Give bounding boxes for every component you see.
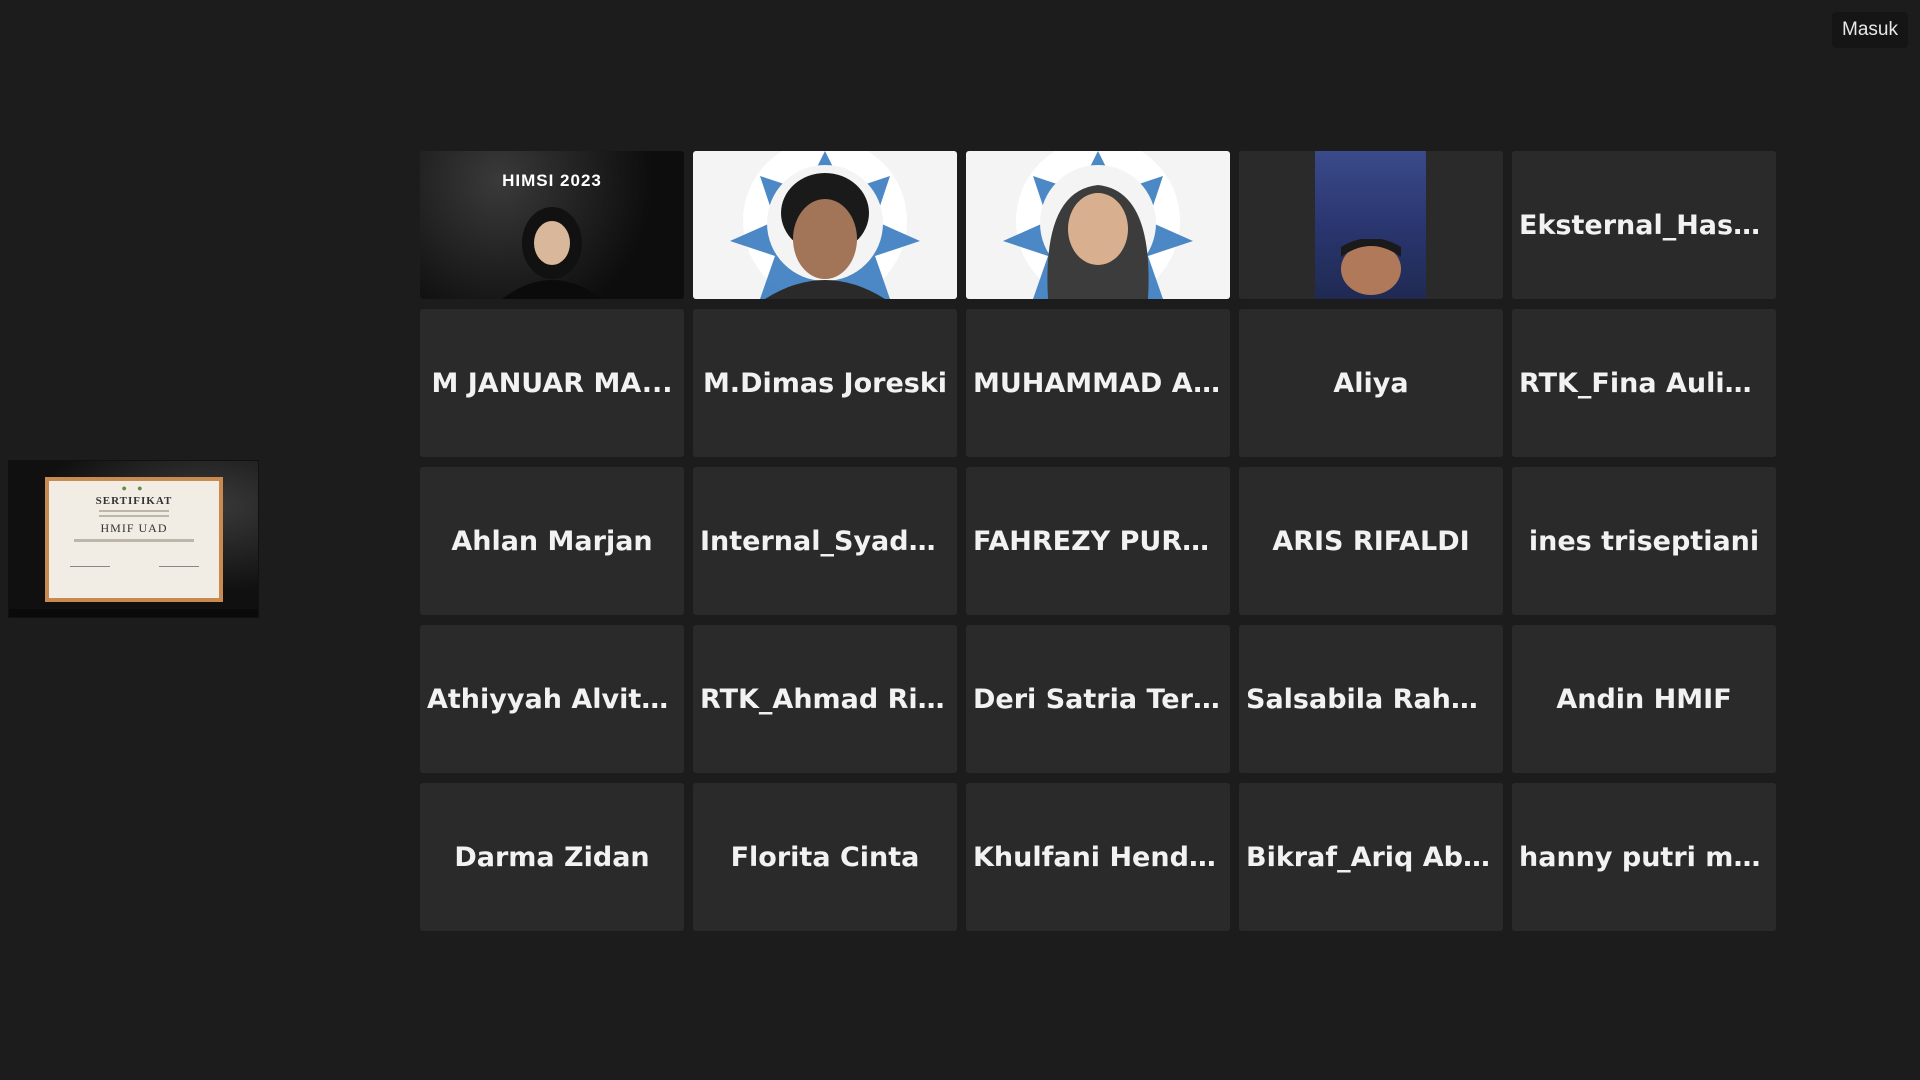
signature-line xyxy=(158,556,199,567)
participant-name: Darma Zidan xyxy=(454,841,650,873)
participant-name: Ahlan Marjan xyxy=(451,525,653,557)
participant-video-tile[interactable] xyxy=(966,151,1230,299)
video-banner: HIMSI 2023 xyxy=(502,171,602,190)
participant-tile[interactable]: RTK_Fina Aulia... xyxy=(1512,309,1776,457)
participant-tile[interactable]: FAHREZY PURBA xyxy=(966,467,1230,615)
participant-video-tile[interactable] xyxy=(1239,151,1503,299)
participant-name: M.Dimas Joreski xyxy=(702,367,948,399)
participant-name: Deri Satria Tern... xyxy=(973,683,1229,715)
participant-tile[interactable]: Khulfani Hendr... xyxy=(966,783,1230,931)
participant-tile[interactable]: ines triseptiani xyxy=(1512,467,1776,615)
participant-name: Andin HMIF xyxy=(1556,683,1732,715)
person-avatar-hijab-icon xyxy=(502,207,602,299)
participant-tile[interactable]: hanny putri ma... xyxy=(1512,783,1776,931)
participant-name: Salsabila Rahmah xyxy=(1246,683,1502,715)
certificate-organization: HMIF UAD xyxy=(100,521,168,535)
participant-tile[interactable]: M.Dimas Joreski xyxy=(693,309,957,457)
shared-screen-thumbnail[interactable]: ● ● SERTIFIKAT HMIF UAD xyxy=(9,461,258,617)
participant-tile[interactable]: Salsabila Rahmah xyxy=(1239,625,1503,773)
participant-name: Bikraf_Ariq Abd... xyxy=(1246,841,1502,873)
meeting-stage: Masuk ● ● SERTIFIKAT HMIF UAD HIMSI 2023 xyxy=(0,0,1920,1080)
participant-video-tile[interactable]: HIMSI 2023 xyxy=(420,151,684,299)
camera-feed xyxy=(693,151,957,299)
divider xyxy=(74,539,194,542)
status-label[interactable]: Masuk xyxy=(1832,12,1908,48)
participant-name: Florita Cinta xyxy=(730,841,920,873)
divider xyxy=(99,510,169,512)
participant-name: Eksternal_Hasya Z xyxy=(1519,209,1775,241)
participant-tile[interactable]: ARIS RIFALDI xyxy=(1239,467,1503,615)
participant-name: Internal_Syadza... xyxy=(700,525,956,557)
participant-tile[interactable]: Aliya xyxy=(1239,309,1503,457)
participant-name: Khulfani Hendr... xyxy=(973,841,1229,873)
participant-tile[interactable]: Athiyyah Alvita... xyxy=(420,625,684,773)
participant-grid: HIMSI 2023 Eksternal_Hasya Z M JANUAR MA… xyxy=(420,151,1776,931)
camera-feed xyxy=(966,151,1230,299)
participant-tile[interactable]: Andin HMIF xyxy=(1512,625,1776,773)
divider xyxy=(99,515,169,517)
participant-name: Aliya xyxy=(1333,367,1409,399)
participant-tile[interactable]: Eksternal_Hasya Z xyxy=(1512,151,1776,299)
participant-tile[interactable]: Ahlan Marjan xyxy=(420,467,684,615)
person-avatar-hijab-icon xyxy=(1003,151,1193,299)
participant-name: ines triseptiani xyxy=(1528,525,1760,557)
participant-name: MUHAMMAD A... xyxy=(973,367,1224,399)
participant-name: RTK_Fina Aulia... xyxy=(1519,367,1774,399)
camera-feed: HIMSI 2023 xyxy=(420,151,684,299)
participant-tile[interactable]: Darma Zidan xyxy=(420,783,684,931)
participant-tile[interactable]: Bikraf_Ariq Abd... xyxy=(1239,783,1503,931)
org-logos-icon: ● ● xyxy=(121,483,147,493)
participant-tile[interactable]: MUHAMMAD A... xyxy=(966,309,1230,457)
participant-tile[interactable]: Florita Cinta xyxy=(693,783,957,931)
participant-tile[interactable]: RTK_Ahmad Rif... xyxy=(693,625,957,773)
participant-name: hanny putri ma... xyxy=(1519,841,1775,873)
participant-tile[interactable]: Internal_Syadza... xyxy=(693,467,957,615)
participant-tile[interactable]: Deri Satria Tern... xyxy=(966,625,1230,773)
participant-video-tile[interactable] xyxy=(693,151,957,299)
person-avatar-icon xyxy=(730,151,920,299)
participant-name: M JANUAR MA... xyxy=(431,367,673,399)
certificate-preview: ● ● SERTIFIKAT HMIF UAD xyxy=(45,477,223,602)
participant-name: ARIS RIFALDI xyxy=(1272,525,1470,557)
camera-feed xyxy=(1239,151,1503,299)
participant-name: RTK_Ahmad Rif... xyxy=(700,683,956,715)
participant-tile[interactable]: M JANUAR MA... xyxy=(420,309,684,457)
signature-line xyxy=(69,556,110,567)
participant-name: Athiyyah Alvita... xyxy=(427,683,683,715)
person-avatar-icon xyxy=(1341,239,1401,295)
certificate-title: SERTIFIKAT xyxy=(95,495,173,507)
participant-name: FAHREZY PURBA xyxy=(973,525,1224,557)
signature-icon xyxy=(45,556,223,567)
